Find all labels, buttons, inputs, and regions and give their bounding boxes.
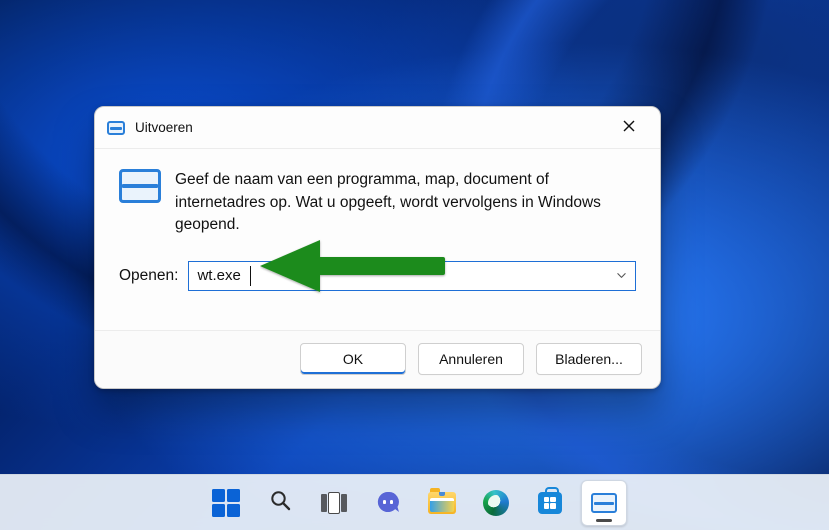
taskbar-item-start[interactable] xyxy=(203,480,249,526)
chat-icon xyxy=(375,490,401,516)
open-label: Openen: xyxy=(119,267,178,285)
search-icon xyxy=(268,488,292,517)
run-icon-large xyxy=(119,169,161,237)
open-row: Openen: xyxy=(95,251,660,291)
desktop: Uitvoeren Geef de naam van een programma… xyxy=(0,0,829,530)
dialog-description: Geef de naam van een programma, map, doc… xyxy=(175,169,636,237)
store-icon xyxy=(538,492,562,514)
run-dialog: Uitvoeren Geef de naam van een programma… xyxy=(94,106,661,389)
taskbar-item-chat[interactable] xyxy=(365,480,411,526)
cancel-button[interactable]: Annuleren xyxy=(418,343,524,375)
open-combobox[interactable] xyxy=(188,261,636,291)
titlebar[interactable]: Uitvoeren xyxy=(95,107,660,149)
taskbar-item-store[interactable] xyxy=(527,480,573,526)
dialog-body: Geef de naam van een programma, map, doc… xyxy=(95,149,660,251)
dialog-footer: OK Annuleren Bladeren... xyxy=(95,330,660,388)
taskbar-item-task-view[interactable] xyxy=(311,480,357,526)
edge-icon xyxy=(483,490,509,516)
windows-logo-icon xyxy=(212,489,240,517)
file-explorer-icon xyxy=(428,492,456,514)
ok-button[interactable]: OK xyxy=(300,343,406,375)
taskbar-item-search[interactable] xyxy=(257,480,303,526)
window-title: Uitvoeren xyxy=(135,120,606,135)
open-input[interactable] xyxy=(189,262,607,290)
browse-button[interactable]: Bladeren... xyxy=(536,343,642,375)
taskbar xyxy=(0,474,829,530)
chevron-down-icon[interactable] xyxy=(607,262,635,290)
taskbar-item-edge[interactable] xyxy=(473,480,519,526)
run-icon xyxy=(591,493,617,513)
close-button[interactable] xyxy=(606,113,652,143)
task-view-icon xyxy=(321,492,347,514)
close-icon xyxy=(623,119,635,137)
run-icon xyxy=(107,121,125,135)
taskbar-item-file-explorer[interactable] xyxy=(419,480,465,526)
taskbar-item-run[interactable] xyxy=(581,480,627,526)
